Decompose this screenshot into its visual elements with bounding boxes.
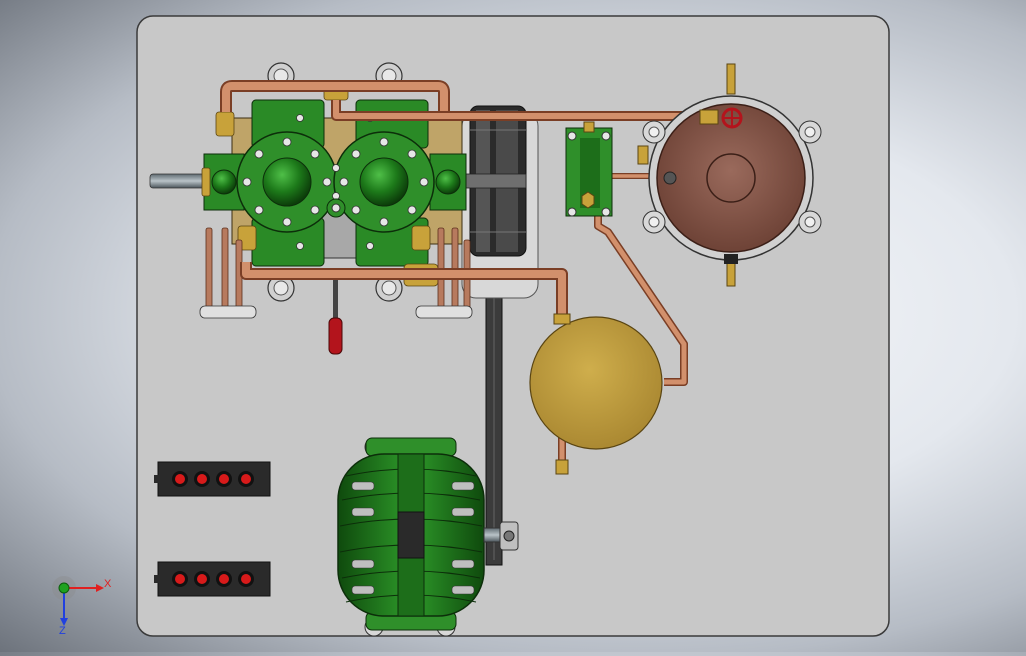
oil-separator[interactable]	[565, 121, 613, 217]
x-axis-arrowhead	[96, 584, 104, 592]
x-axis-label: X	[104, 578, 112, 590]
crankshaft	[149, 173, 211, 189]
y-axis-dot	[58, 582, 70, 594]
indicator-panel-top[interactable]	[154, 461, 271, 497]
cad-viewport[interactable]	[0, 0, 1026, 652]
reference-triad[interactable]: X Z	[52, 574, 114, 637]
indicator-panel-bottom[interactable]	[154, 561, 271, 597]
z-axis-label: Z	[59, 625, 66, 636]
